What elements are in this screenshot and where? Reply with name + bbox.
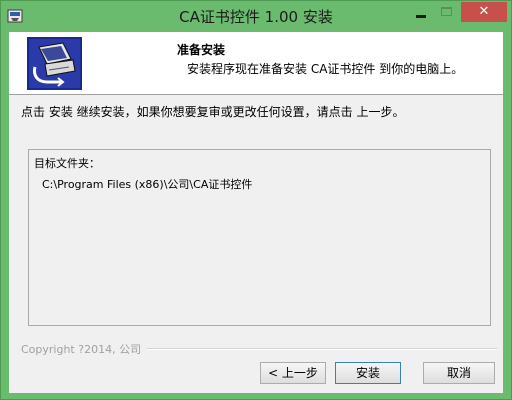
title-bar[interactable]: CA证书控件 1.00 安装 ✕: [1, 1, 511, 31]
computer-install-icon: [27, 37, 82, 90]
close-icon: ✕: [478, 4, 490, 19]
copyright-text: Copyright ?2014, 公司: [21, 341, 148, 357]
maximize-icon: [441, 7, 452, 16]
settings-summary-panel[interactable]: 目标文件夹： C:\Program Files (x86)\公司\CA证书控件: [28, 149, 491, 326]
minimize-icon: [416, 15, 426, 18]
destination-folder-label: 目标文件夹：: [34, 157, 100, 170]
page-title: 准备安装: [177, 43, 226, 57]
install-button[interactable]: 安装: [335, 362, 401, 384]
page-subtitle: 安装程序现在准备安装 CA证书控件 到你的电脑上。: [187, 62, 464, 76]
destination-folder-path: C:\Program Files (x86)\公司\CA证书控件: [42, 178, 253, 191]
dialog-client-area: 准备安装 安装程序现在准备安装 CA证书控件 到你的电脑上。 点击 安装 继续安…: [9, 32, 503, 393]
instruction-text: 点击 安装 继续安装，如果你想要复审或更改任何设置，请点击 上一步。: [21, 105, 405, 119]
installer-window: CA证书控件 1.00 安装 ✕ 准备安装 安装程序现在准备安装 CA证书控件: [0, 0, 512, 400]
maximize-button[interactable]: [434, 2, 460, 22]
back-button[interactable]: < 上一步: [260, 362, 326, 384]
cancel-button[interactable]: 取消: [423, 362, 495, 384]
wizard-header: 准备安装 安装程序现在准备安装 CA证书控件 到你的电脑上。: [9, 32, 503, 95]
minimize-button[interactable]: [407, 2, 434, 22]
close-button[interactable]: ✕: [461, 2, 507, 22]
